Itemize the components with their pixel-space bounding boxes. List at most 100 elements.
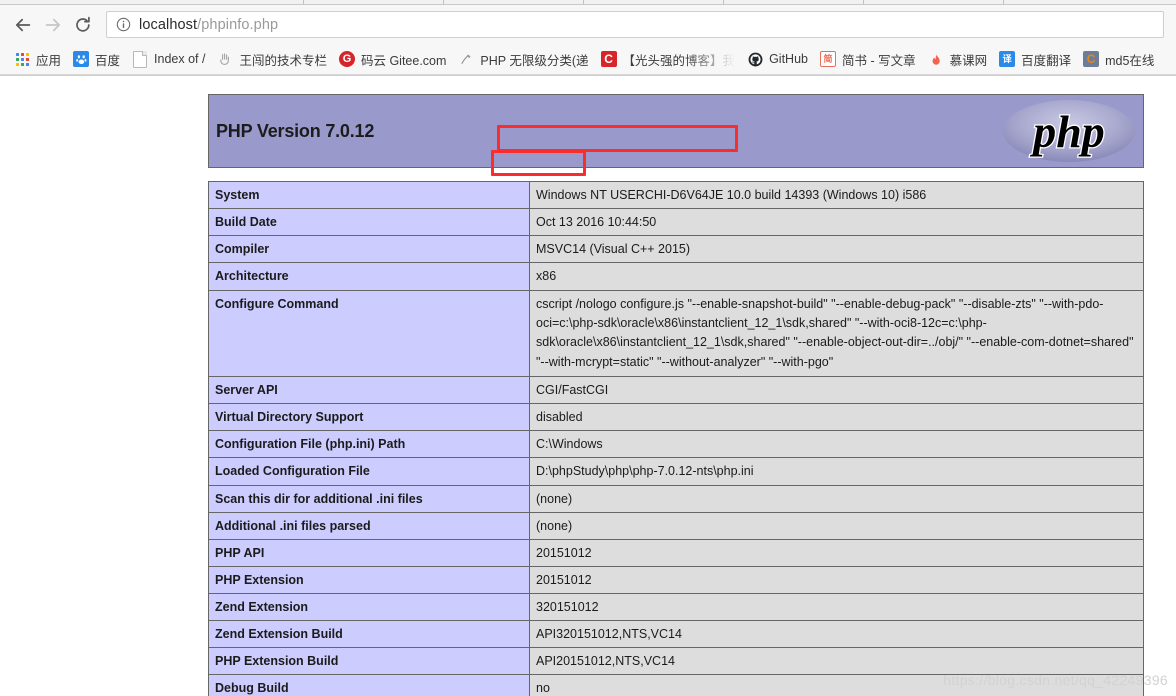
table-row: Configure Command cscript /nologo config… [208, 289, 1144, 377]
bookmark-label: 王闯的技术专栏 [239, 53, 327, 68]
row-key: Configure Command [208, 289, 530, 377]
table-row: Architecture x86 [208, 262, 1144, 291]
csdn-watermark: https://blog.csdn.net/qq_42249396 [943, 672, 1168, 688]
bookmark-baidu[interactable]: 百度 [67, 47, 126, 71]
row-key: PHP Extension Build [208, 647, 530, 676]
row-value: (none) [529, 484, 1144, 513]
baidu-paw-glyph [75, 54, 87, 64]
row-value: (none) [529, 511, 1144, 540]
bookmark-github[interactable]: GitHub [741, 47, 814, 71]
row-value: C:\Windows [529, 430, 1144, 459]
bookmark-label: 百度翻译 [1021, 53, 1072, 68]
bookmark-apps[interactable]: 应用 [8, 47, 67, 71]
bookmark-baidu-fanyi[interactable]: 译 百度翻译 [993, 47, 1077, 71]
row-key: Additional .ini files parsed [208, 511, 530, 540]
back-arrow-icon [15, 18, 31, 31]
github-glyph [748, 52, 762, 66]
document-icon [132, 50, 148, 68]
bookmark-label: 码云 Gitee.com [360, 53, 447, 68]
row-key: Scan this dir for additional .ini files [208, 484, 530, 513]
tab-separator [583, 0, 584, 5]
row-key: Loaded Configuration File [208, 457, 530, 486]
table-row: Zend Extension Build API320151012,NTS,VC… [208, 620, 1144, 649]
row-key: Compiler [208, 235, 530, 264]
bookmark-label: 应用 [36, 53, 62, 68]
tab-separator [863, 0, 864, 5]
csdn-icon: C [600, 51, 617, 67]
bookmark-label: GitHub [769, 52, 808, 66]
baidu-icon [73, 51, 90, 67]
php-logo: php [1001, 97, 1137, 165]
bookmark-label: 【光头强的博客】我 [622, 53, 736, 68]
row-value: x86 [529, 262, 1144, 291]
row-key: Virtual Directory Support [208, 403, 530, 432]
site-info-icon[interactable] [116, 17, 131, 32]
bookmark-gitee[interactable]: G 码云 Gitee.com [333, 47, 452, 71]
tab-separator [1003, 0, 1004, 5]
row-key: System [208, 180, 530, 210]
browser-toolbar: localhost/phpinfo.php [0, 5, 1176, 44]
row-value: Windows NT USERCHI-D6V64JE 10.0 build 14… [529, 180, 1144, 210]
url-path: /phpinfo.php [197, 16, 279, 33]
bookmark-label: PHP 无限级分类(递 [480, 53, 589, 68]
tab-separator [443, 0, 444, 5]
bookmark-label: 慕课网 [949, 53, 988, 68]
table-row: Scan this dir for additional .ini files … [208, 484, 1144, 513]
imooc-flame-icon [928, 51, 944, 67]
table-row: Virtual Directory Support disabled [208, 403, 1144, 432]
hand-icon [217, 51, 233, 67]
url-host: localhost [139, 16, 198, 33]
bookmark-jianshu[interactable]: 简 简书 - 写文章 [814, 47, 922, 71]
php-logo-glyph: php [1003, 100, 1135, 162]
table-row: Server API CGI/FastCGI [208, 375, 1144, 405]
phpinfo-table: System Windows NT USERCHI-D6V64JE 10.0 b… [208, 180, 1144, 696]
row-key: Architecture [208, 262, 530, 291]
row-value: API20151012,NTS,VC14 [529, 647, 1144, 676]
row-value: API320151012,NTS,VC14 [529, 620, 1144, 649]
phpinfo-container: PHP Version 7.0.12 php System Windows NT… [208, 76, 1144, 696]
apps-grid-icon [14, 51, 30, 67]
bookmark-php-classification[interactable]: PHP 无限级分类(递 [452, 47, 594, 71]
forward-arrow-icon [45, 18, 61, 31]
row-key: Zend Extension [208, 592, 530, 622]
forward-button[interactable] [38, 10, 68, 40]
table-row: Loaded Configuration File D:\phpStudy\ph… [208, 457, 1144, 486]
gitee-icon: G [338, 51, 355, 67]
tab-strip-baseline [0, 4, 1176, 5]
bookmark-label: 简书 - 写文章 [841, 53, 916, 68]
pen-glyph [461, 54, 472, 64]
bookmark-label: Index of / [154, 52, 206, 66]
tab-separator [723, 0, 724, 5]
bookmark-label: md5在线 [1105, 53, 1155, 68]
address-bar[interactable]: localhost/phpinfo.php [106, 11, 1164, 38]
row-value: 20151012 [529, 565, 1144, 595]
tab-strip[interactable] [0, 0, 1176, 5]
reload-button[interactable] [68, 10, 98, 40]
row-key: Server API [208, 375, 530, 405]
row-value: CGI/FastCGI [529, 375, 1144, 405]
table-row: System Windows NT USERCHI-D6V64JE 10.0 b… [208, 180, 1144, 210]
row-key: Debug Build [208, 674, 530, 696]
table-row: PHP API 20151012 [208, 538, 1144, 567]
table-row: Additional .ini files parsed (none) [208, 511, 1144, 540]
row-key: Build Date [208, 208, 530, 237]
table-row: Compiler MSVC14 (Visual C++ 2015) [208, 235, 1144, 264]
bookmark-index-of[interactable]: Index of / [126, 47, 211, 71]
jianshu-icon: 简 [819, 51, 836, 67]
table-row: Build Date Oct 13 2016 10:44:50 [208, 208, 1144, 237]
back-button[interactable] [8, 10, 38, 40]
bookmark-md5-online[interactable]: C md5在线 [1077, 47, 1160, 71]
bookmarks-bar[interactable]: 应用 百度 Index of / 王闯的技术专栏 G 码云 Gitee.com … [0, 44, 1176, 75]
row-key: PHP API [208, 538, 530, 567]
bookmark-wangchuang-blog[interactable]: 王闯的技术专栏 [211, 47, 333, 71]
browser-chrome: localhost/phpinfo.php 应用 百度 Index of / 王… [0, 0, 1176, 76]
row-value: 320151012 [529, 592, 1144, 622]
phpinfo-table-body: System Windows NT USERCHI-D6V64JE 10.0 b… [208, 180, 1144, 696]
bookmark-imooc[interactable]: 慕课网 [922, 47, 994, 71]
php-version-title: PHP Version 7.0.12 [216, 120, 375, 141]
bookmark-csdn-blog[interactable]: C 【光头强的博客】我 [595, 47, 742, 71]
row-value: 20151012 [529, 538, 1144, 567]
hand-glyph [220, 53, 230, 65]
row-key: Configuration File (php.ini) Path [208, 430, 530, 459]
table-row: PHP Extension 20151012 [208, 565, 1144, 595]
